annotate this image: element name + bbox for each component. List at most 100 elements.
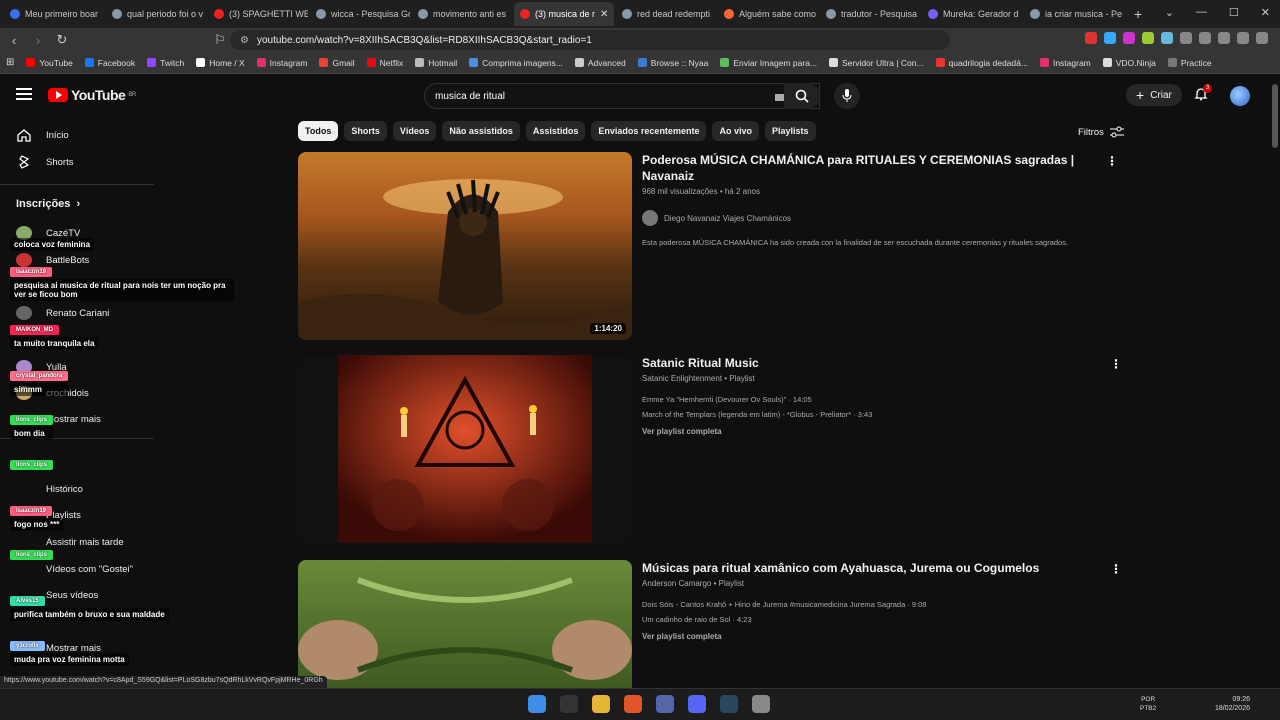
app-icon[interactable] (656, 695, 674, 713)
filter-chip[interactable]: Vídeos (392, 121, 437, 141)
extension-icon[interactable] (1142, 32, 1154, 44)
apps-icon[interactable]: ⊞ (6, 57, 14, 68)
youtube-logo[interactable]: YouTube BR (48, 87, 136, 103)
channel-row[interactable]: Diego Navanaiz Viajes Chamánicos (642, 210, 1122, 226)
playlist-thumbnail[interactable] (298, 560, 632, 688)
playlist-thumbnail[interactable] (298, 355, 632, 543)
bookmark-item[interactable]: quadrilogia dedadá... (935, 58, 1028, 68)
browser-tab[interactable]: Alguém sabe como (718, 2, 818, 26)
bookmark-item[interactable]: Enviar Imagem para... (720, 58, 817, 68)
filter-chip[interactable]: Shorts (344, 121, 387, 141)
filter-chip[interactable]: Enviados recentemente (591, 121, 707, 141)
filter-chip[interactable]: Não assistidos (442, 121, 520, 141)
playlist-track[interactable]: March of the Templars (legenda em latim)… (642, 410, 1122, 419)
bookmark-item[interactable]: Instagram (1039, 58, 1091, 68)
search-button[interactable] (784, 83, 820, 109)
language-indicator[interactable]: POR PTB2 (1140, 695, 1156, 713)
voice-search-button[interactable] (834, 83, 860, 109)
sidebar-item-sub[interactable]: Renato Cariani (16, 306, 109, 320)
browser-tab[interactable]: qual periodo foi o v (106, 2, 206, 26)
site-info-icon[interactable]: ⚙ (240, 35, 249, 46)
brave-browser-icon[interactable] (624, 695, 642, 713)
forward-icon[interactable]: › (28, 33, 48, 48)
video-thumbnail[interactable]: 1:14:20 (298, 152, 632, 340)
bookmark-item[interactable]: Practice (1167, 58, 1212, 68)
sidebar-icon[interactable] (1218, 32, 1230, 44)
view-full-playlist-link[interactable]: Ver playlist completa (642, 427, 1122, 436)
profile-icon[interactable] (1237, 32, 1249, 44)
browser-tab[interactable]: (3) musica de r ✕ (514, 2, 614, 26)
folder-icon[interactable] (592, 695, 610, 713)
playlist-track[interactable]: Dois Sóis - Cantos Krahô + Hino de Jurem… (642, 600, 1122, 609)
bookmark-item[interactable]: Servidor Ultra | Con... (828, 58, 924, 68)
extension-icon[interactable] (1161, 32, 1173, 44)
bookmark-item[interactable]: Home / X (196, 58, 245, 68)
view-full-playlist-link[interactable]: Ver playlist completa (642, 632, 1122, 641)
create-button[interactable]: + Criar (1126, 84, 1182, 106)
sidebar-item-historico[interactable]: Histórico (16, 482, 83, 496)
discord-icon[interactable] (688, 695, 706, 713)
close-tab-icon[interactable]: ✕ (600, 9, 608, 20)
browser-tab[interactable]: Mureka: Gerador d (922, 2, 1022, 26)
bookmark-item[interactable]: Netflix (366, 58, 403, 68)
bookmark-item[interactable]: YouTube (26, 58, 73, 68)
scrollbar[interactable] (1272, 84, 1278, 148)
close-icon[interactable]: ✕ (1261, 6, 1270, 19)
browser-tab[interactable]: movimento anti es (412, 2, 512, 26)
bookmark-item[interactable]: Comprima imagens... (469, 58, 563, 68)
bookmark-item[interactable]: VDO.Ninja (1102, 58, 1156, 68)
playlist-track[interactable]: Emme Ya "Hemhemti (Devourer Ov Souls)" ·… (642, 395, 1122, 404)
windows-start-icon[interactable] (528, 695, 546, 713)
system-clock[interactable]: 09:26 18/02/2026 (1215, 695, 1250, 713)
search-input[interactable]: musica de ritual ✕ (424, 83, 820, 109)
browser-tab[interactable]: wicca - Pesquisa Go (310, 2, 410, 26)
browser-tab[interactable]: (3) SPAGHETTI WES (208, 2, 308, 26)
playlist-track[interactable]: Um cadinho de raio de Sol · 4:23 (642, 615, 1122, 624)
cast-icon[interactable] (1199, 32, 1211, 44)
url-input[interactable]: ⚙ youtube.com/watch?v=8XIIhSACB3Q&list=R… (230, 30, 950, 50)
settings-icon[interactable] (752, 695, 770, 713)
maximize-icon[interactable]: ☐ (1229, 6, 1239, 19)
bookmark-item[interactable]: Facebook (84, 58, 135, 68)
browser-tab[interactable]: red dead redempti (616, 2, 716, 26)
back-icon[interactable]: ‹ (4, 33, 24, 48)
filter-chip[interactable]: Assistidos (525, 121, 586, 141)
playlist-title[interactable]: Músicas para ritual xamânico com Ayahuas… (642, 560, 1122, 576)
minimize-icon[interactable]: — (1196, 6, 1207, 19)
bookmark-item[interactable]: Advanced (574, 58, 626, 68)
extension-icon[interactable] (1123, 32, 1135, 44)
more-options-icon[interactable]: ⋮ (1106, 154, 1118, 168)
browser-tab[interactable]: Meu primeiro boar (4, 2, 104, 26)
sidebar-item-inicio[interactable]: Início (16, 128, 69, 142)
bookmark-item[interactable]: Hotmail (415, 58, 457, 68)
chevron-down-icon[interactable]: ⌄ (1165, 6, 1174, 19)
more-options-icon[interactable]: ⋮ (1110, 357, 1122, 371)
bookmark-item[interactable]: Browse :: Nyaa (637, 58, 708, 68)
puzzle-icon[interactable] (1180, 32, 1192, 44)
bookmark-star-icon[interactable]: ⚐ (210, 32, 230, 48)
steam-icon[interactable] (720, 695, 738, 713)
bookmark-item[interactable]: Twitch (147, 58, 184, 68)
sidebar-item-sub[interactable]: BattleBots (16, 253, 89, 267)
filters-button[interactable]: Filtros (1078, 126, 1124, 138)
new-tab-button[interactable]: + (1126, 6, 1150, 22)
sidebar-item-shorts[interactable]: Shorts (16, 155, 73, 169)
menu-icon[interactable] (1256, 32, 1268, 44)
filter-chip[interactable]: Playlists (764, 121, 816, 141)
extension-icon[interactable] (1104, 32, 1116, 44)
bookmark-item[interactable]: Gmail (319, 58, 355, 68)
playlist-title[interactable]: Satanic Ritual Music (642, 355, 1122, 371)
sidebar-item-watch-later[interactable]: Assistir mais tarde (16, 535, 124, 549)
more-options-icon[interactable]: ⋮ (1110, 562, 1122, 576)
sidebar-item-liked[interactable]: Vídeos com "Gostei" (16, 562, 133, 576)
bookmark-item[interactable]: Instagram (256, 58, 307, 68)
video-title[interactable]: Poderosa MÚSICA CHAMÁNICA para RITUALES … (642, 152, 1122, 184)
browser-tab[interactable]: ia criar musica - Pe (1024, 2, 1124, 26)
filter-chip[interactable]: Todos (298, 121, 339, 141)
search-icon[interactable] (560, 695, 578, 713)
browser-tab[interactable]: tradutor - Pesquisa (820, 2, 920, 26)
avatar[interactable] (1230, 86, 1250, 106)
reload-icon[interactable]: ↻ (52, 32, 72, 48)
extension-icon[interactable] (1085, 32, 1097, 44)
subscriptions-heading[interactable]: Inscrições › (16, 198, 80, 210)
